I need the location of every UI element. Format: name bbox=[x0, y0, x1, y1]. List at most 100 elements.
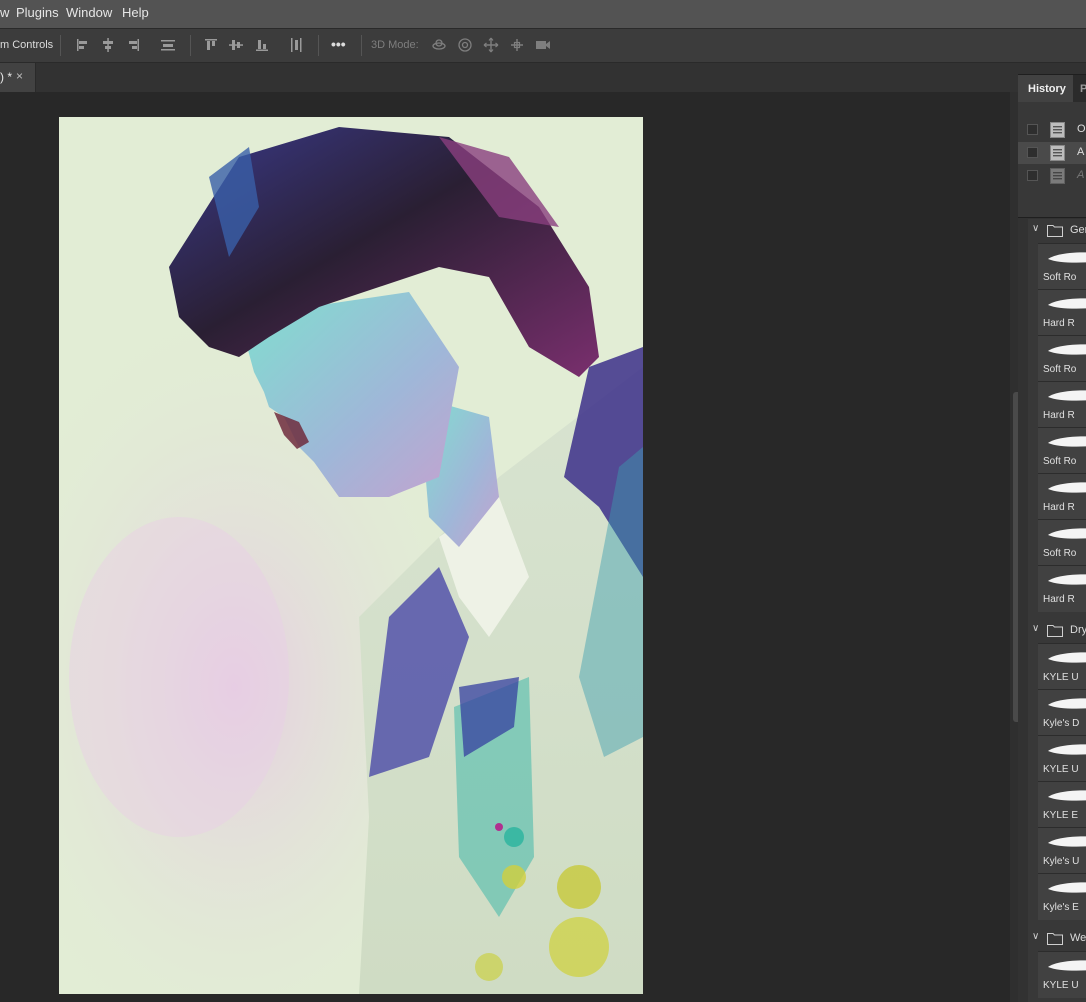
chevron-down-icon[interactable]: ∨ bbox=[1032, 931, 1039, 942]
brush-preset[interactable]: Kyle's E bbox=[1038, 873, 1086, 920]
document-tab[interactable]: ) * × bbox=[0, 63, 36, 92]
brush-preset[interactable]: Soft Ro bbox=[1038, 427, 1086, 474]
brush-stroke-preview-icon bbox=[1048, 390, 1086, 401]
brush-stroke-preview-icon bbox=[1048, 528, 1086, 539]
brush-preset-label: KYLE U bbox=[1043, 764, 1079, 775]
brush-stroke-preview-icon bbox=[1048, 436, 1086, 447]
tab-history[interactable]: History bbox=[1018, 75, 1073, 103]
brush-folder-label: Dry bbox=[1070, 624, 1086, 636]
more-options-button[interactable]: ••• bbox=[331, 36, 346, 52]
brush-preset-label: Kyle's U bbox=[1043, 856, 1080, 867]
divider bbox=[318, 35, 319, 56]
brush-preset-label: Hard R bbox=[1043, 502, 1075, 513]
3d-mode-label: 3D Mode: bbox=[371, 39, 419, 51]
brush-stroke-preview-icon bbox=[1048, 652, 1086, 663]
brush-preset[interactable]: Hard R bbox=[1038, 473, 1086, 520]
orbit-3d-icon[interactable] bbox=[431, 37, 447, 53]
brush-preset-label: KYLE U bbox=[1043, 672, 1079, 683]
align-left-icon[interactable] bbox=[75, 37, 91, 53]
menu-bar: w Plugins Window Help bbox=[0, 0, 1086, 29]
roll-3d-icon[interactable] bbox=[457, 37, 473, 53]
brush-folder-label: Ger bbox=[1070, 224, 1086, 236]
right-panel: History P O A A ∨ Ger Soft Ro Hard R Soft Ro… bbox=[1018, 63, 1086, 1002]
history-item-dimmed[interactable]: A bbox=[1018, 165, 1086, 187]
menu-view[interactable]: w bbox=[0, 5, 9, 20]
divider bbox=[361, 35, 362, 56]
chevron-down-icon[interactable]: ∨ bbox=[1032, 623, 1039, 634]
brush-stroke-preview-icon bbox=[1048, 960, 1086, 971]
brush-stroke-preview-icon bbox=[1048, 344, 1086, 355]
brush-stroke-preview-icon bbox=[1048, 252, 1086, 263]
brush-preset-label: Soft Ro bbox=[1043, 548, 1077, 559]
distribute-horizontal-icon[interactable] bbox=[160, 37, 176, 53]
menu-plugins[interactable]: Plugins bbox=[16, 5, 59, 20]
align-vertical-center-icon[interactable] bbox=[228, 37, 244, 53]
camera-3d-icon[interactable] bbox=[535, 37, 551, 53]
chevron-down-icon[interactable]: ∨ bbox=[1032, 223, 1039, 234]
brushes-panel: ∨ Ger Soft Ro Hard R Soft Ro Hard R Soft Ro Har… bbox=[1028, 219, 1086, 1002]
brush-preset-label: Hard R bbox=[1043, 410, 1075, 421]
align-right-icon[interactable] bbox=[125, 37, 141, 53]
distribute-vertical-icon[interactable] bbox=[288, 37, 304, 53]
brush-preset-label: Hard R bbox=[1043, 594, 1075, 605]
align-horizontal-center-icon[interactable] bbox=[100, 37, 116, 53]
brush-preset-label: KYLE U bbox=[1043, 980, 1079, 991]
close-icon[interactable]: × bbox=[16, 69, 23, 83]
brush-preset[interactable]: Soft Ro bbox=[1038, 335, 1086, 382]
brush-preset[interactable]: Kyle's U bbox=[1038, 827, 1086, 874]
brush-preset[interactable]: Hard R bbox=[1038, 289, 1086, 336]
brush-preset-label: Kyle's E bbox=[1043, 902, 1079, 913]
slide-3d-icon[interactable] bbox=[509, 37, 525, 53]
history-snapshot-checkbox[interactable] bbox=[1027, 170, 1038, 181]
brush-preset[interactable]: KYLE U bbox=[1038, 735, 1086, 782]
brush-stroke-preview-icon bbox=[1048, 574, 1086, 585]
transform-controls-label[interactable]: m Controls bbox=[0, 39, 53, 51]
document-tab-bar: ) * × bbox=[0, 63, 1018, 92]
menu-help[interactable]: Help bbox=[122, 5, 149, 20]
history-snapshot-checkbox[interactable] bbox=[1027, 147, 1038, 158]
brush-preset-label: Hard R bbox=[1043, 318, 1075, 329]
brush-stroke-preview-icon bbox=[1048, 836, 1086, 847]
document-canvas[interactable] bbox=[59, 117, 643, 994]
history-panel: O A A bbox=[1018, 102, 1086, 218]
brush-preset[interactable]: KYLE U bbox=[1038, 951, 1086, 998]
divider bbox=[190, 35, 191, 56]
document-icon bbox=[1050, 122, 1065, 138]
align-top-icon[interactable] bbox=[203, 37, 219, 53]
brush-preset-label: Kyle's D bbox=[1043, 718, 1080, 729]
pan-3d-icon[interactable] bbox=[483, 37, 499, 53]
brush-stroke-preview-icon bbox=[1048, 882, 1086, 893]
portrait-artwork bbox=[59, 117, 643, 994]
history-item-label: A bbox=[1077, 146, 1085, 158]
history-snapshot-checkbox[interactable] bbox=[1027, 124, 1038, 135]
canvas-area[interactable] bbox=[0, 92, 1010, 1002]
brush-folder[interactable]: ∨ Ger bbox=[1028, 221, 1086, 241]
brush-stroke-preview-icon bbox=[1048, 790, 1086, 801]
brush-preset-label: Soft Ro bbox=[1043, 272, 1077, 283]
brush-preset[interactable]: Kyle's D bbox=[1038, 689, 1086, 736]
divider bbox=[60, 35, 61, 56]
history-item-selected[interactable]: A bbox=[1018, 142, 1086, 164]
brush-preset[interactable]: Hard R bbox=[1038, 565, 1086, 612]
align-bottom-icon[interactable] bbox=[254, 37, 270, 53]
tab-properties[interactable]: P bbox=[1074, 75, 1086, 103]
brush-folder[interactable]: ∨ Dry bbox=[1028, 621, 1086, 641]
menu-window[interactable]: Window bbox=[66, 5, 112, 20]
history-item[interactable]: O bbox=[1018, 119, 1086, 141]
brush-preset[interactable]: Hard R bbox=[1038, 381, 1086, 428]
document-tab-title: ) * bbox=[0, 70, 12, 84]
brush-preset-label: KYLE E bbox=[1043, 810, 1079, 821]
brush-stroke-preview-icon bbox=[1048, 698, 1086, 709]
folder-icon bbox=[1047, 625, 1063, 637]
folder-icon bbox=[1047, 225, 1063, 237]
options-bar: m Controls ••• 3D Mode: bbox=[0, 29, 1086, 63]
brush-preset[interactable]: KYLE U bbox=[1038, 643, 1086, 690]
brush-preset[interactable]: Soft Ro bbox=[1038, 243, 1086, 290]
brush-folder[interactable]: ∨ We bbox=[1028, 929, 1086, 949]
document-icon bbox=[1050, 168, 1065, 184]
brush-preset[interactable]: Soft Ro bbox=[1038, 519, 1086, 566]
history-item-label: O bbox=[1077, 123, 1086, 135]
brush-preset-label: Soft Ro bbox=[1043, 456, 1077, 467]
brush-stroke-preview-icon bbox=[1048, 482, 1086, 493]
brush-preset[interactable]: KYLE E bbox=[1038, 781, 1086, 828]
